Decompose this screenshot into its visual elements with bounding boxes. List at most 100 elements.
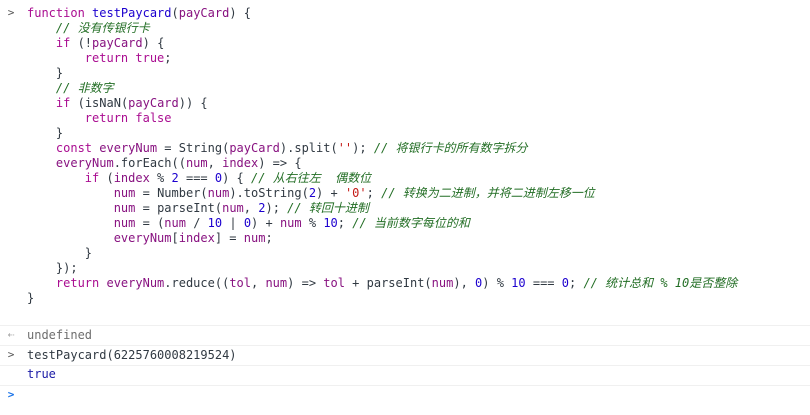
- code-line: everyNum.forEach((num, index) => {: [27, 156, 737, 171]
- code-token: );: [265, 201, 288, 215]
- code-token: num: [265, 276, 288, 290]
- code-token: ;: [265, 231, 273, 245]
- code-token: num: [207, 186, 230, 200]
- code-token: // 转回十进制: [287, 201, 369, 215]
- code-token: ) => {: [258, 156, 302, 170]
- code-line: num = parseInt(num, 2); // 转回十进制: [27, 201, 737, 216]
- code-line: function testPaycard(payCard) {: [27, 6, 737, 21]
- console-input-entry-2: > testPaycard(6225760008219524): [0, 346, 810, 366]
- code-token: num: [431, 276, 454, 290]
- console-panel: > function testPaycard(payCard) { // 没有传…: [0, 0, 810, 409]
- code-token: ;: [366, 186, 382, 200]
- code-token: )) {: [178, 96, 208, 110]
- code-token: ).toString(: [229, 186, 309, 200]
- code-token: ,: [243, 201, 259, 215]
- console-result-entry-2: true: [0, 366, 810, 386]
- code-token: everyNum: [106, 276, 165, 290]
- code-token: ===: [525, 276, 562, 290]
- code-line: }: [27, 66, 737, 81]
- code-token: num: [164, 216, 186, 230]
- code-token: false: [135, 111, 172, 125]
- code-token: num: [113, 216, 136, 230]
- code-token: ;: [164, 51, 172, 65]
- code-token: = Number(: [135, 186, 208, 200]
- code-token: return: [84, 111, 136, 125]
- code-token: 10: [323, 216, 338, 230]
- code-token: index: [178, 231, 215, 245]
- code-token: if: [84, 171, 100, 185]
- code-token: index: [222, 156, 259, 170]
- code-token: 2: [171, 171, 179, 185]
- code-line: return true;: [27, 51, 737, 66]
- code-token: ) +: [251, 216, 280, 230]
- code-token: (!: [70, 36, 93, 50]
- code-token: [: [171, 231, 179, 245]
- code-token: (: [70, 96, 85, 110]
- code-token: num: [279, 216, 302, 230]
- code-line: const everyNum = String(payCard).split('…: [27, 141, 737, 156]
- result-undefined: undefined: [27, 328, 93, 342]
- code-line: });: [27, 261, 737, 276]
- prompt-chevron-icon: >: [7, 388, 15, 401]
- code-token: ) %: [482, 276, 512, 290]
- code-line: // 非数字: [27, 81, 737, 96]
- code-token: payCard: [229, 141, 280, 155]
- code-line: return false: [27, 111, 737, 126]
- code-token: 10: [207, 216, 223, 230]
- code-token: ).split(: [279, 141, 338, 155]
- code-token: }: [27, 66, 64, 80]
- code-token: // 将银行卡的所有数字拆分: [373, 141, 528, 155]
- code-token: everyNum: [55, 156, 114, 170]
- code-token: true: [135, 51, 165, 65]
- code-token: // 没有传银行卡: [55, 21, 150, 35]
- code-token: if: [55, 36, 71, 50]
- code-token: if: [55, 96, 71, 110]
- code-token: + parseInt(: [344, 276, 432, 290]
- code-token: payCard: [92, 36, 143, 50]
- code-token: 2: [308, 186, 317, 200]
- input-chevron-icon: >: [7, 6, 15, 19]
- console-prompt[interactable]: >: [0, 386, 810, 415]
- code-token: testPaycard: [92, 6, 172, 20]
- code-token: ) {: [229, 6, 252, 20]
- code-line: num = Number(num).toString(2) + '0'; // …: [27, 186, 737, 201]
- code-token: const: [55, 141, 100, 155]
- code-token: // 统计总和 % 10是否整除: [583, 276, 738, 290]
- code-token: = parseInt(: [135, 201, 223, 215]
- code-token: ) =>: [287, 276, 324, 290]
- code-token: .reduce((: [164, 276, 230, 290]
- code-block: function testPaycard(payCard) { // 没有传银行…: [27, 6, 737, 306]
- code-token: = String(: [157, 141, 230, 155]
- code-line: return everyNum.reduce((tol, num) => tol…: [27, 276, 737, 291]
- code-token: }: [27, 246, 93, 260]
- code-token: payCard: [128, 96, 179, 110]
- code-token: (: [99, 171, 114, 185]
- code-token: (: [171, 6, 179, 20]
- code-token: tol: [229, 276, 251, 290]
- code-line: if (isNaN(payCard)) {: [27, 96, 737, 111]
- code-token: ,: [207, 156, 223, 170]
- code-token: everyNum: [113, 231, 172, 245]
- output-arrow-icon: ⇠: [7, 328, 15, 341]
- code-line: }: [27, 126, 737, 141]
- code-line: everyNum[index] = num;: [27, 231, 737, 246]
- code-token: '': [337, 141, 353, 155]
- code-token: 0: [243, 216, 252, 230]
- code-token: '0': [344, 186, 367, 200]
- code-token: }: [27, 291, 35, 305]
- code-token: num: [243, 231, 266, 245]
- code-token: 10: [511, 276, 526, 290]
- code-token: ;: [568, 276, 584, 290]
- code-token: index: [113, 171, 150, 185]
